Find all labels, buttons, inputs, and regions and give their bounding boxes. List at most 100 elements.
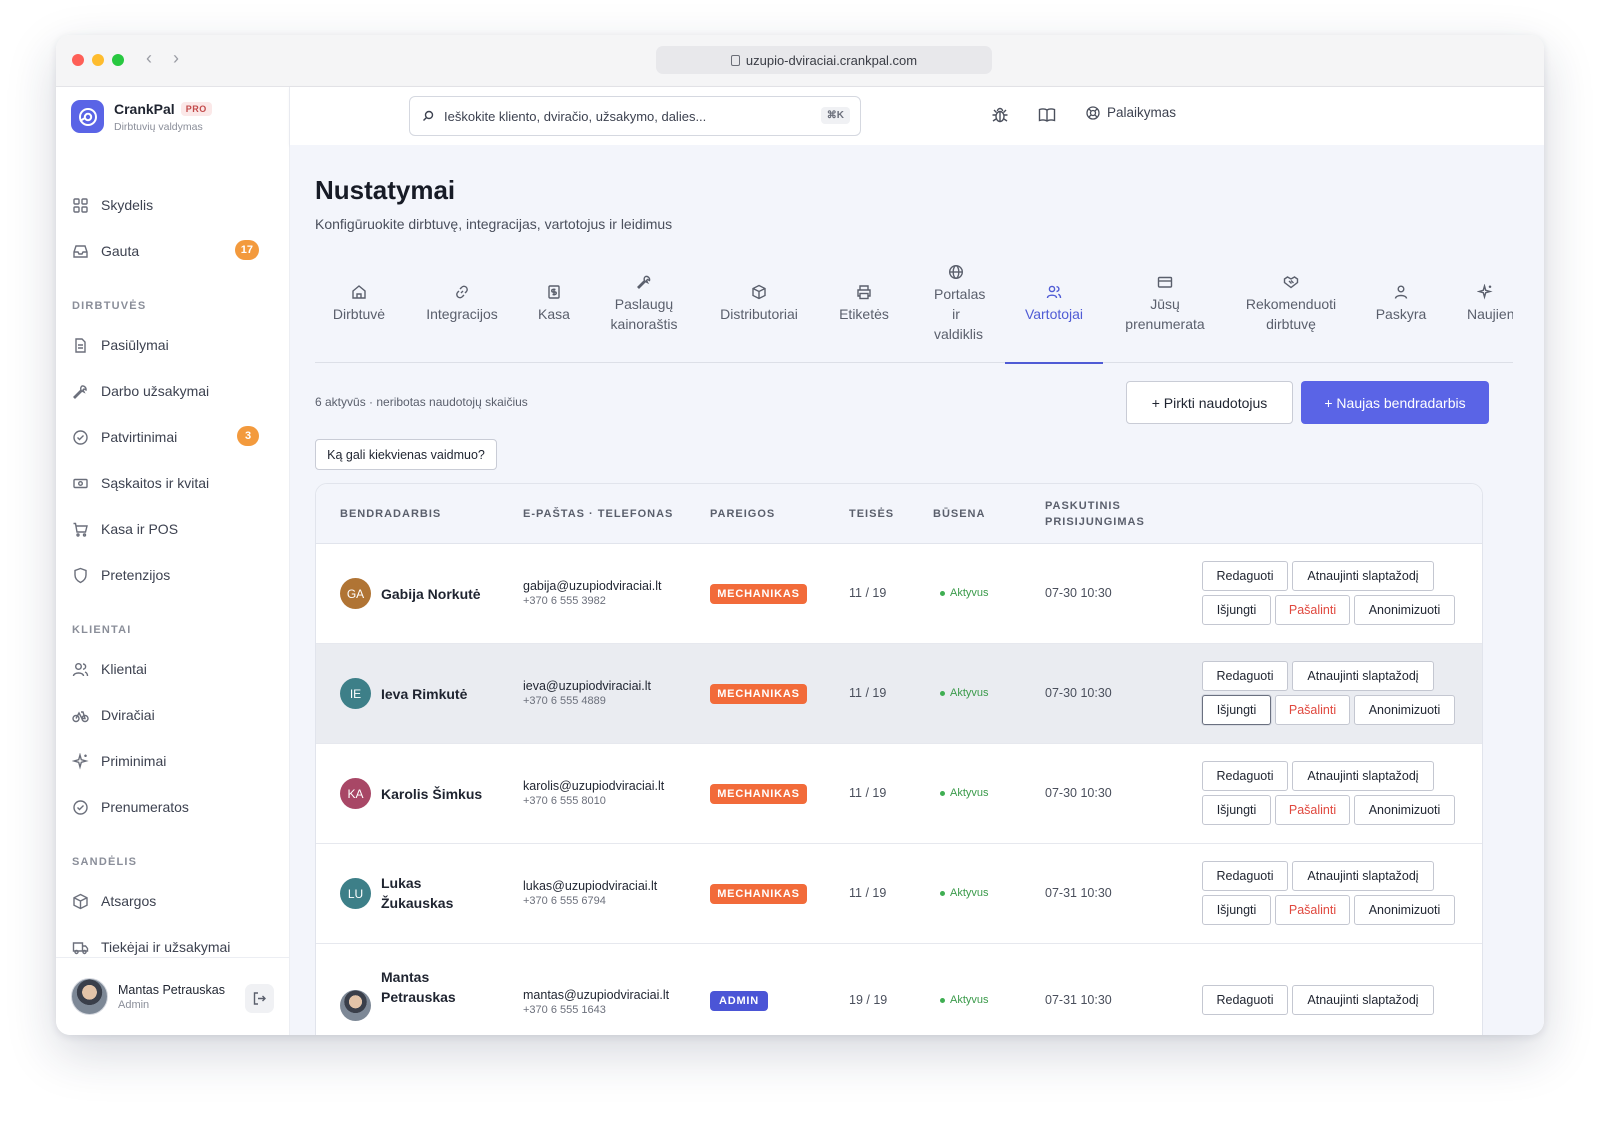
last-login: 07-30 10:30: [1045, 686, 1112, 700]
status-badge: Aktyvus: [940, 887, 989, 899]
cash-icon: [73, 478, 88, 488]
sidebar-item-atsargos[interactable]: Atsargos: [56, 878, 290, 924]
table-header: BENDRADARBIS E-PAŠTAS · TELEFONAS PAREIG…: [316, 484, 1482, 544]
lock-icon: [730, 54, 740, 66]
reset-password-button[interactable]: Atnaujinti slaptažodį: [1292, 561, 1434, 591]
roles-help-button[interactable]: Ką gali kiekvienas vaidmuo?: [315, 439, 497, 470]
collaborator-email: karolis@uzupiodviraciai.lt: [523, 779, 665, 793]
tab-paskyra[interactable]: Paskyra: [1365, 245, 1437, 363]
sidebar-item-dviraciai[interactable]: Dviračiai: [56, 692, 290, 738]
status-dot-icon: [940, 590, 945, 596]
sidebar-item-darbo-uzsakymai[interactable]: Darbo užsakymai: [56, 368, 290, 414]
user-avatar: [71, 978, 108, 1015]
sidebar-item-label: Gauta: [101, 243, 140, 259]
document-icon: [75, 337, 86, 353]
remove-button[interactable]: Pašalinti: [1275, 595, 1350, 625]
disable-button[interactable]: Išjungti: [1202, 695, 1271, 725]
users-icon: [72, 662, 89, 676]
page-subtitle: Konfigūruokite dirbtuvę, integracijas, v…: [315, 216, 673, 232]
tab-portalas-ir-valdiklis[interactable]: Portalas ir valdiklis: [919, 245, 993, 363]
reset-password-button[interactable]: Atnaujinti slaptažodį: [1292, 985, 1434, 1015]
disable-button[interactable]: Išjungti: [1202, 795, 1271, 825]
table-row: Mantas Petrauskas mantas@uzupiodviraciai…: [316, 944, 1482, 1035]
brand[interactable]: CrankPal PRO Dirbtuvių valdymas: [71, 100, 212, 133]
current-user[interactable]: Mantas Petrauskas Admin: [56, 957, 290, 1035]
address-bar[interactable]: uzupio-dviraciai.crankpal.com: [656, 46, 992, 74]
sidebar-item-kasa-pos[interactable]: Kasa ir POS: [56, 506, 290, 552]
sidebar-item-gauta[interactable]: Gauta 17: [56, 228, 290, 274]
brand-subtitle: Dirbtuvių valdymas: [114, 120, 203, 133]
last-login: 07-31 10:30: [1045, 993, 1112, 1007]
edit-button[interactable]: Redaguoti: [1202, 861, 1288, 891]
sidebar-item-skydelis[interactable]: Skydelis: [56, 182, 290, 228]
permissions-count: 11 / 19: [849, 586, 887, 600]
disable-button[interactable]: Išjungti: [1202, 595, 1271, 625]
edit-button[interactable]: Redaguoti: [1202, 661, 1288, 691]
back-arrow-icon[interactable]: ‹: [146, 48, 152, 69]
reset-password-button[interactable]: Atnaujinti slaptažodį: [1292, 861, 1434, 891]
box-icon: [752, 284, 766, 300]
tab-vartotojai[interactable]: Vartotojai: [1005, 245, 1103, 364]
disable-button[interactable]: Išjungti: [1202, 895, 1271, 925]
sidebar-item-prenumeratos[interactable]: Prenumeratos: [56, 784, 290, 830]
column-header: BŪSENA: [933, 508, 986, 520]
sidebar-item-patvirtinimai[interactable]: Patvirtinimai 3: [56, 414, 290, 460]
sidebar-item-pasiulymai[interactable]: Pasiūlymai: [56, 322, 290, 368]
tab-jusu-prenumerata[interactable]: Jūsų prenumerata: [1119, 245, 1211, 363]
role-badge: ADMIN: [710, 991, 768, 1011]
tab-kasa[interactable]: Kasa: [525, 245, 583, 363]
tab-integracijos[interactable]: Integracijos: [413, 245, 511, 363]
tab-label: Portalas ir valdiklis: [934, 286, 986, 342]
forward-arrow-icon[interactable]: ›: [173, 48, 179, 69]
sidebar-item-pretenzijos[interactable]: Pretenzijos: [56, 552, 290, 598]
anonymize-button[interactable]: Anonimizuoti: [1354, 595, 1455, 625]
maximize-window-icon[interactable]: [112, 54, 124, 66]
sidebar-item-label: Prenumeratos: [101, 799, 189, 815]
tab-label: Jūsų prenumerata: [1125, 296, 1205, 332]
sidebar-nav: Skydelis Gauta 17 DIRBTUVĖS Pasiūlymai D…: [56, 182, 290, 970]
sidebar-item-klientai[interactable]: Klientai: [56, 646, 290, 692]
truck-icon: [72, 941, 89, 954]
reset-password-button[interactable]: Atnaujinti slaptažodį: [1292, 661, 1434, 691]
avatar: [340, 990, 371, 1021]
tab-paslaugu-kainorastis[interactable]: Paslaugų kainoraštis: [597, 245, 691, 363]
minimize-window-icon[interactable]: [92, 54, 104, 66]
book-icon[interactable]: [1038, 106, 1056, 124]
tab-label: Etiketės: [839, 306, 889, 322]
remove-button[interactable]: Pašalinti: [1275, 895, 1350, 925]
tab-label: Naujien: [1467, 306, 1513, 322]
tab-naujienos[interactable]: Naujien: [1455, 245, 1513, 363]
anonymize-button[interactable]: Anonimizuoti: [1354, 895, 1455, 925]
anonymize-button[interactable]: Anonimizuoti: [1354, 795, 1455, 825]
new-collaborator-button[interactable]: + Naujas bendradarbis: [1301, 381, 1489, 424]
status-badge: Aktyvus: [940, 687, 989, 699]
sidebar-item-priminimai[interactable]: Priminimai: [56, 738, 290, 784]
tab-rekomenduoti-dirbtuve[interactable]: Rekomenduoti dirbtuvę: [1239, 245, 1343, 363]
column-header: PAREIGOS: [710, 508, 776, 520]
tab-distributoriai[interactable]: Distributoriai: [707, 245, 811, 363]
remove-button[interactable]: Pašalinti: [1275, 695, 1350, 725]
edit-button[interactable]: Redaguoti: [1202, 761, 1288, 791]
logout-button[interactable]: [245, 984, 274, 1013]
search-input[interactable]: Ieškokite kliento, dviračio, užsakymo, d…: [409, 96, 861, 136]
edit-button[interactable]: Redaguoti: [1202, 985, 1288, 1015]
edit-button[interactable]: Redaguoti: [1202, 561, 1288, 591]
collaborator-phone: +370 6 555 1643: [523, 1004, 606, 1016]
anonymize-button[interactable]: Anonimizuoti: [1354, 695, 1455, 725]
buy-users-button[interactable]: + Pirkti naudotojus: [1126, 381, 1293, 424]
status-badge: Aktyvus: [940, 994, 989, 1006]
box-icon: [73, 893, 88, 909]
tab-etiketes[interactable]: Etiketės: [831, 245, 897, 363]
close-window-icon[interactable]: [72, 54, 84, 66]
sidebar-item-saskaitos[interactable]: Sąskaitos ir kvitai: [56, 460, 290, 506]
collaborator-phone: +370 6 555 8010: [523, 795, 606, 807]
collaborator-name: Gabija Norkutė: [381, 586, 481, 602]
reset-password-button[interactable]: Atnaujinti slaptažodį: [1292, 761, 1434, 791]
users-summary: 6 aktyvūs · neribotas naudotojų skaičius: [315, 395, 528, 409]
bug-icon[interactable]: [991, 106, 1009, 124]
remove-button[interactable]: Pašalinti: [1275, 795, 1350, 825]
sparkle-icon: [1477, 284, 1493, 300]
support-link[interactable]: Palaikymas: [1086, 105, 1176, 120]
tab-dirbtuve[interactable]: Dirbtuvė: [315, 245, 403, 363]
crankpal-logo-icon: [71, 100, 104, 133]
